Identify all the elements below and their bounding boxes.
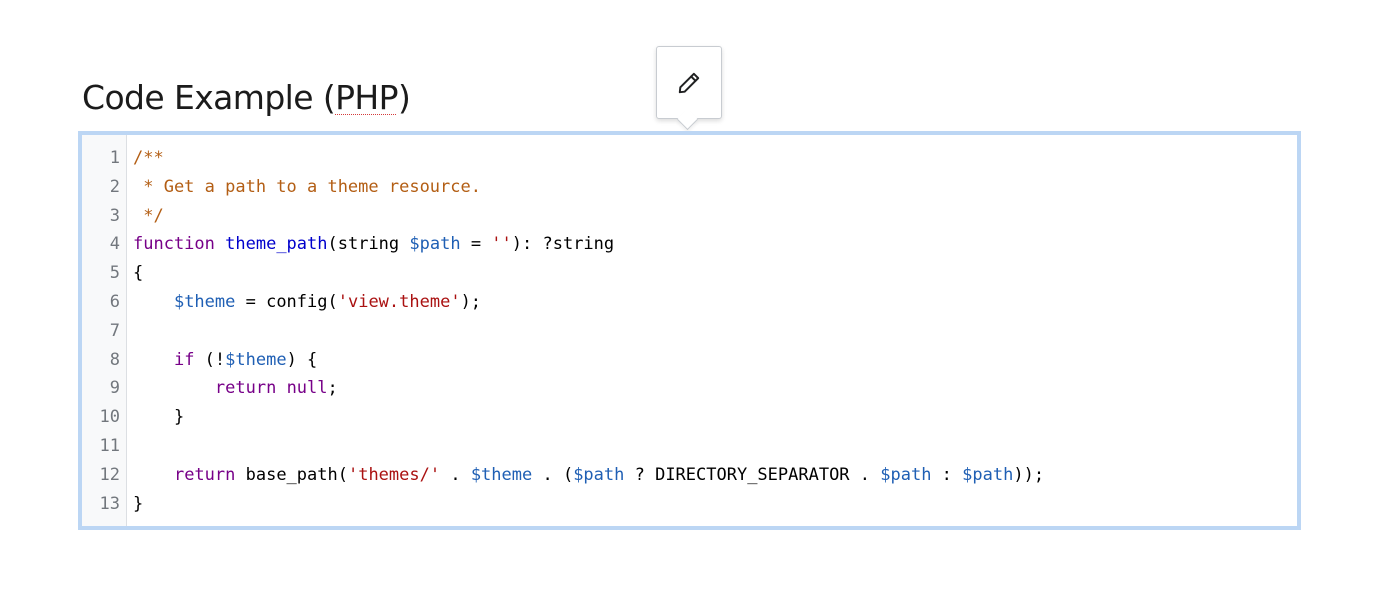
code-token-var: $path [573, 464, 625, 485]
line-number: 2 [109, 176, 120, 197]
code-token-plain: } [133, 407, 185, 428]
code-content: /** * Get a path to a theme resource. */… [127, 135, 1297, 526]
line-number: 10 [99, 407, 120, 428]
code-token-plain: (string [327, 234, 410, 255]
code-line: } [133, 490, 1297, 519]
code-token-keyword: return [173, 464, 236, 485]
line-number: 6 [109, 291, 120, 312]
code-line: { [133, 259, 1297, 288]
code-token-var: $path [409, 234, 461, 255]
code-token-plain: { [133, 263, 144, 284]
code-line: if (!$theme) { [133, 346, 1297, 375]
code-token-plain: )); [1013, 464, 1045, 485]
heading-prefix: Code Example ( [82, 78, 336, 117]
section-heading: Code Example (PHP) [82, 76, 411, 120]
code-line: $theme = config('view.theme'); [133, 288, 1297, 317]
line-number: 9 [109, 378, 120, 399]
code-token-plain: . [440, 464, 471, 485]
code-token-plain: ; [327, 378, 338, 399]
code-token-comment: /** [133, 148, 164, 168]
code-token-plain: ): ?string [511, 234, 615, 255]
code-token-comment: * Get a path to a theme resource. [133, 176, 481, 197]
code-token-string: '' [491, 234, 512, 255]
code-token-keyword: return [214, 378, 277, 399]
code-block[interactable]: 1 2 3 4 5 6 7 8 9 10 11 12 13 /** * Get a path to a … [78, 131, 1301, 530]
code-token-keyword: null [286, 378, 328, 399]
code-token-plain: ) { [286, 349, 318, 370]
heading-abbreviation: PHP [335, 78, 398, 117]
code-token-comment: */ [133, 205, 164, 226]
code-token-keyword: function [133, 234, 215, 255]
code-token-plain: = config( [235, 291, 338, 312]
code-token-var: $theme [173, 291, 236, 312]
pencil-icon [676, 70, 702, 96]
code-token-plain: base_path( [235, 464, 348, 485]
code-line: */ [133, 202, 1297, 231]
code-line: * Get a path to a theme resource. [133, 173, 1297, 202]
line-number: 3 [109, 205, 120, 226]
line-number: 4 [109, 234, 120, 255]
line-number-gutter: 1 2 3 4 5 6 7 8 9 10 11 12 13 [82, 135, 127, 526]
line-number: 12 [99, 464, 120, 485]
code-token-var: $theme [225, 349, 287, 370]
code-line: return base_path('themes/' . $theme . ($… [133, 461, 1297, 490]
heading-suffix: ) [397, 78, 411, 117]
line-number: 1 [109, 148, 120, 168]
line-number: 13 [99, 493, 120, 514]
code-token-var: $path [880, 464, 932, 485]
code-token-string: 'themes/' [347, 464, 441, 485]
code-token-var: $theme [470, 464, 533, 485]
edit-button[interactable] [656, 46, 722, 119]
code-line: } [133, 403, 1297, 432]
code-token-plain: ); [460, 291, 482, 312]
code-line: return null; [133, 374, 1297, 403]
code-token-plain: ? DIRECTORY_SEPARATOR . [624, 464, 881, 485]
code-token-var: $path [962, 464, 1014, 485]
code-line: function theme_path(string $path = ''): … [133, 230, 1297, 259]
code-token-string: 'view.theme' [337, 291, 461, 312]
code-token-plain: : [931, 464, 963, 485]
code-token-plain: } [133, 493, 144, 514]
line-number: 11 [99, 435, 120, 456]
code-token-plain: . ( [532, 464, 574, 485]
code-token-plain: (! [194, 349, 226, 370]
line-number: 8 [109, 349, 120, 370]
code-token-keyword: if [173, 349, 195, 370]
line-number: 5 [109, 263, 120, 284]
code-token-plain: = [460, 234, 492, 255]
code-token-func: theme_path [225, 234, 328, 255]
code-line: /** [133, 144, 1297, 173]
line-number: 7 [109, 320, 120, 341]
